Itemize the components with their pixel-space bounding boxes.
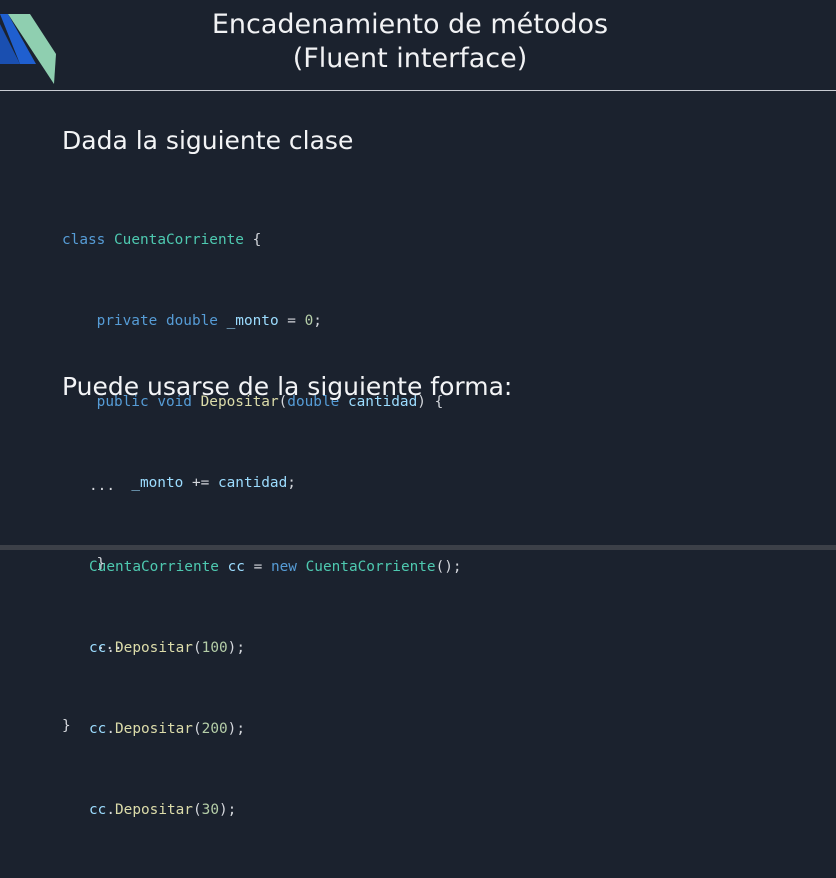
- slide-title-line-2: (Fluent interface): [292, 43, 528, 74]
- code-operator: =: [244, 559, 271, 575]
- code-punct: ();: [435, 559, 462, 575]
- code-line: private double _monto = 0;: [62, 308, 443, 335]
- code-identifier: cc: [89, 802, 107, 818]
- code-line: cc.Depositar(200);: [89, 716, 462, 743]
- code-function: Depositar: [115, 802, 193, 818]
- header-divider: [0, 90, 836, 91]
- code-punct: }: [62, 718, 71, 734]
- code-keyword: private: [96, 313, 158, 329]
- code-punct: (: [192, 802, 202, 818]
- code-block-usage: ... CuentaCorriente cc = new CuentaCorri…: [89, 419, 462, 878]
- code-punct: (: [192, 640, 202, 656]
- code-keyword: new: [270, 559, 297, 575]
- code-function: Depositar: [115, 640, 193, 656]
- slide-title-line-1: Encadenamiento de métodos: [211, 9, 609, 40]
- code-line: cc.Depositar(30);: [89, 797, 462, 824]
- code-number: 100: [201, 640, 228, 656]
- code-line: ...: [89, 473, 462, 500]
- code-line: class CuentaCorriente {: [62, 227, 443, 254]
- brand-logo-icon: [0, 14, 56, 84]
- code-punct: {: [243, 232, 262, 248]
- section-heading-usage: Puede usarse de la siguiente forma:: [62, 372, 513, 401]
- code-keyword: double: [165, 313, 218, 329]
- slide-title: Encadenamiento de métodos (Fluent interf…: [160, 8, 660, 76]
- code-line: CuentaCorriente cc = new CuentaCorriente…: [89, 554, 462, 581]
- code-type: CuentaCorriente: [114, 232, 244, 248]
- code-keyword: class: [62, 232, 106, 248]
- code-punct: .: [106, 640, 115, 656]
- code-number: 200: [201, 721, 228, 737]
- code-number: 0: [304, 313, 314, 329]
- slide-header: Encadenamiento de métodos (Fluent interf…: [0, 0, 836, 90]
- code-function: Depositar: [115, 721, 193, 737]
- code-type: CuentaCorriente: [89, 559, 219, 575]
- code-operator: =: [278, 313, 305, 329]
- code-punct: (: [192, 721, 202, 737]
- slide: Encadenamiento de métodos (Fluent interf…: [0, 0, 836, 818]
- code-identifier: cc: [227, 559, 245, 575]
- code-number: 30: [201, 802, 219, 818]
- bottom-bar: [0, 545, 836, 550]
- code-identifier: cc: [89, 721, 107, 737]
- code-punct: );: [218, 802, 237, 818]
- code-identifier: cc: [89, 640, 107, 656]
- section-heading-class: Dada la siguiente clase: [62, 126, 354, 155]
- code-punct: );: [227, 640, 245, 656]
- code-identifier: _monto: [226, 313, 279, 329]
- code-punct: .: [106, 721, 115, 737]
- code-punct: .: [106, 802, 115, 818]
- code-ellipsis: ...: [89, 478, 115, 494]
- code-punct: );: [227, 721, 245, 737]
- code-punct: ;: [313, 313, 322, 329]
- code-line: cc.Depositar(100);: [89, 635, 462, 662]
- code-type: CuentaCorriente: [305, 559, 436, 575]
